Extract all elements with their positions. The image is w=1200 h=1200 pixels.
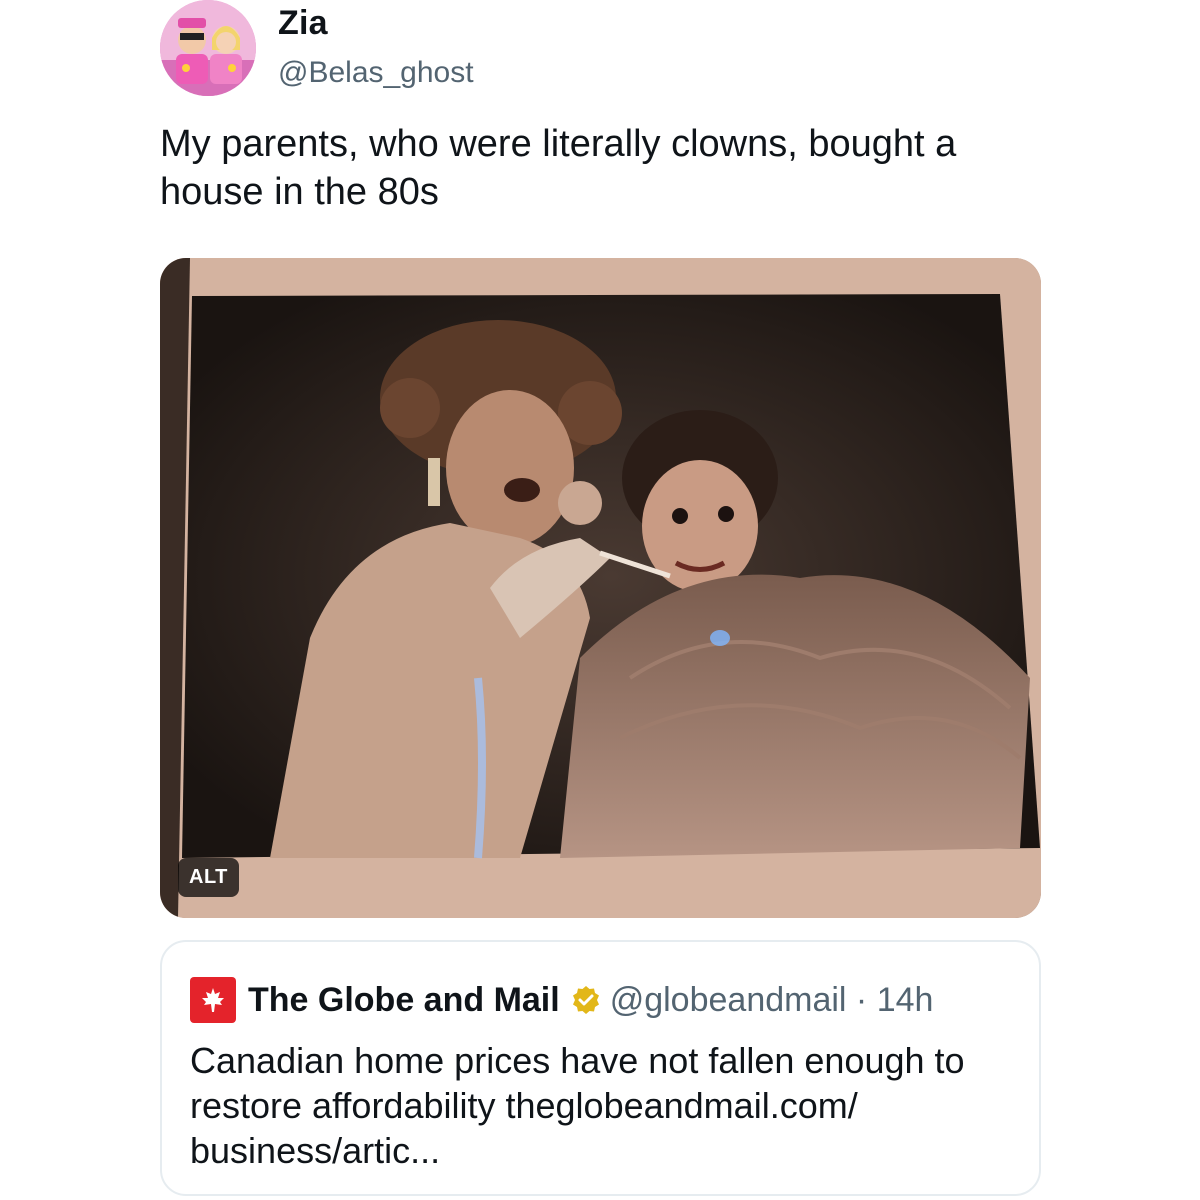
author-display-name[interactable]: Zia [278, 4, 328, 43]
author-avatar[interactable] [160, 0, 256, 96]
verified-badge-icon [570, 984, 602, 1016]
photo-image [160, 258, 1041, 918]
quoted-tweet-author-name[interactable]: The Globe and Mail [248, 981, 560, 1020]
quoted-tweet-handle-time[interactable]: @globeandmail · 14h [610, 981, 934, 1020]
tweet-text: My parents, who were literally clowns, b… [160, 123, 957, 213]
maple-leaf-icon [190, 977, 236, 1023]
alt-badge[interactable]: ALT [178, 858, 239, 897]
quoted-tweet-header: The Globe and Mail @globeandmail · 14h [190, 976, 933, 1024]
quoted-tweet-text: Canadian home prices have not fallen eno… [190, 1040, 965, 1171]
avatar-image [160, 0, 256, 96]
author-handle[interactable]: @Belas_ghost [278, 56, 474, 90]
quoted-tweet-card[interactable]: The Globe and Mail @globeandmail · 14h C… [160, 940, 1041, 1196]
tweet-media-photo[interactable] [160, 258, 1041, 918]
